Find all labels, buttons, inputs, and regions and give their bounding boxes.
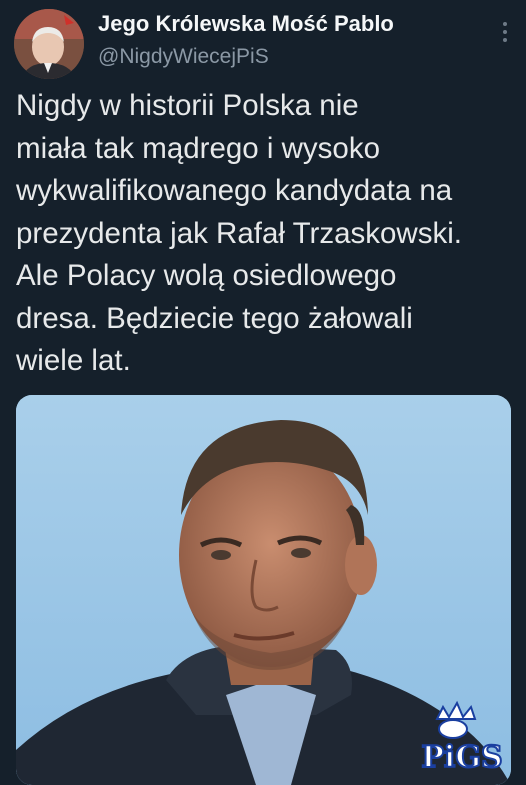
more-options-icon[interactable] <box>500 22 510 52</box>
avatar-photo-icon <box>14 9 84 79</box>
svg-text:PiGS: PiGS <box>421 740 502 775</box>
pigs-watermark-icon: PiGS <box>420 700 504 776</box>
tweet-card: Jego Królewska Mość Pablo @NigdyWiecejPi… <box>0 0 526 785</box>
tweet-text: Nigdy w historii Polska nie miała tak mą… <box>16 89 462 377</box>
avatar[interactable] <box>14 9 84 79</box>
author-handle[interactable]: @NigdyWiecejPiS <box>98 45 269 69</box>
tweet-media-photo[interactable]: PiGS <box>16 395 511 785</box>
author-display-name[interactable]: Jego Królewska Mość Pablo <box>98 11 394 37</box>
